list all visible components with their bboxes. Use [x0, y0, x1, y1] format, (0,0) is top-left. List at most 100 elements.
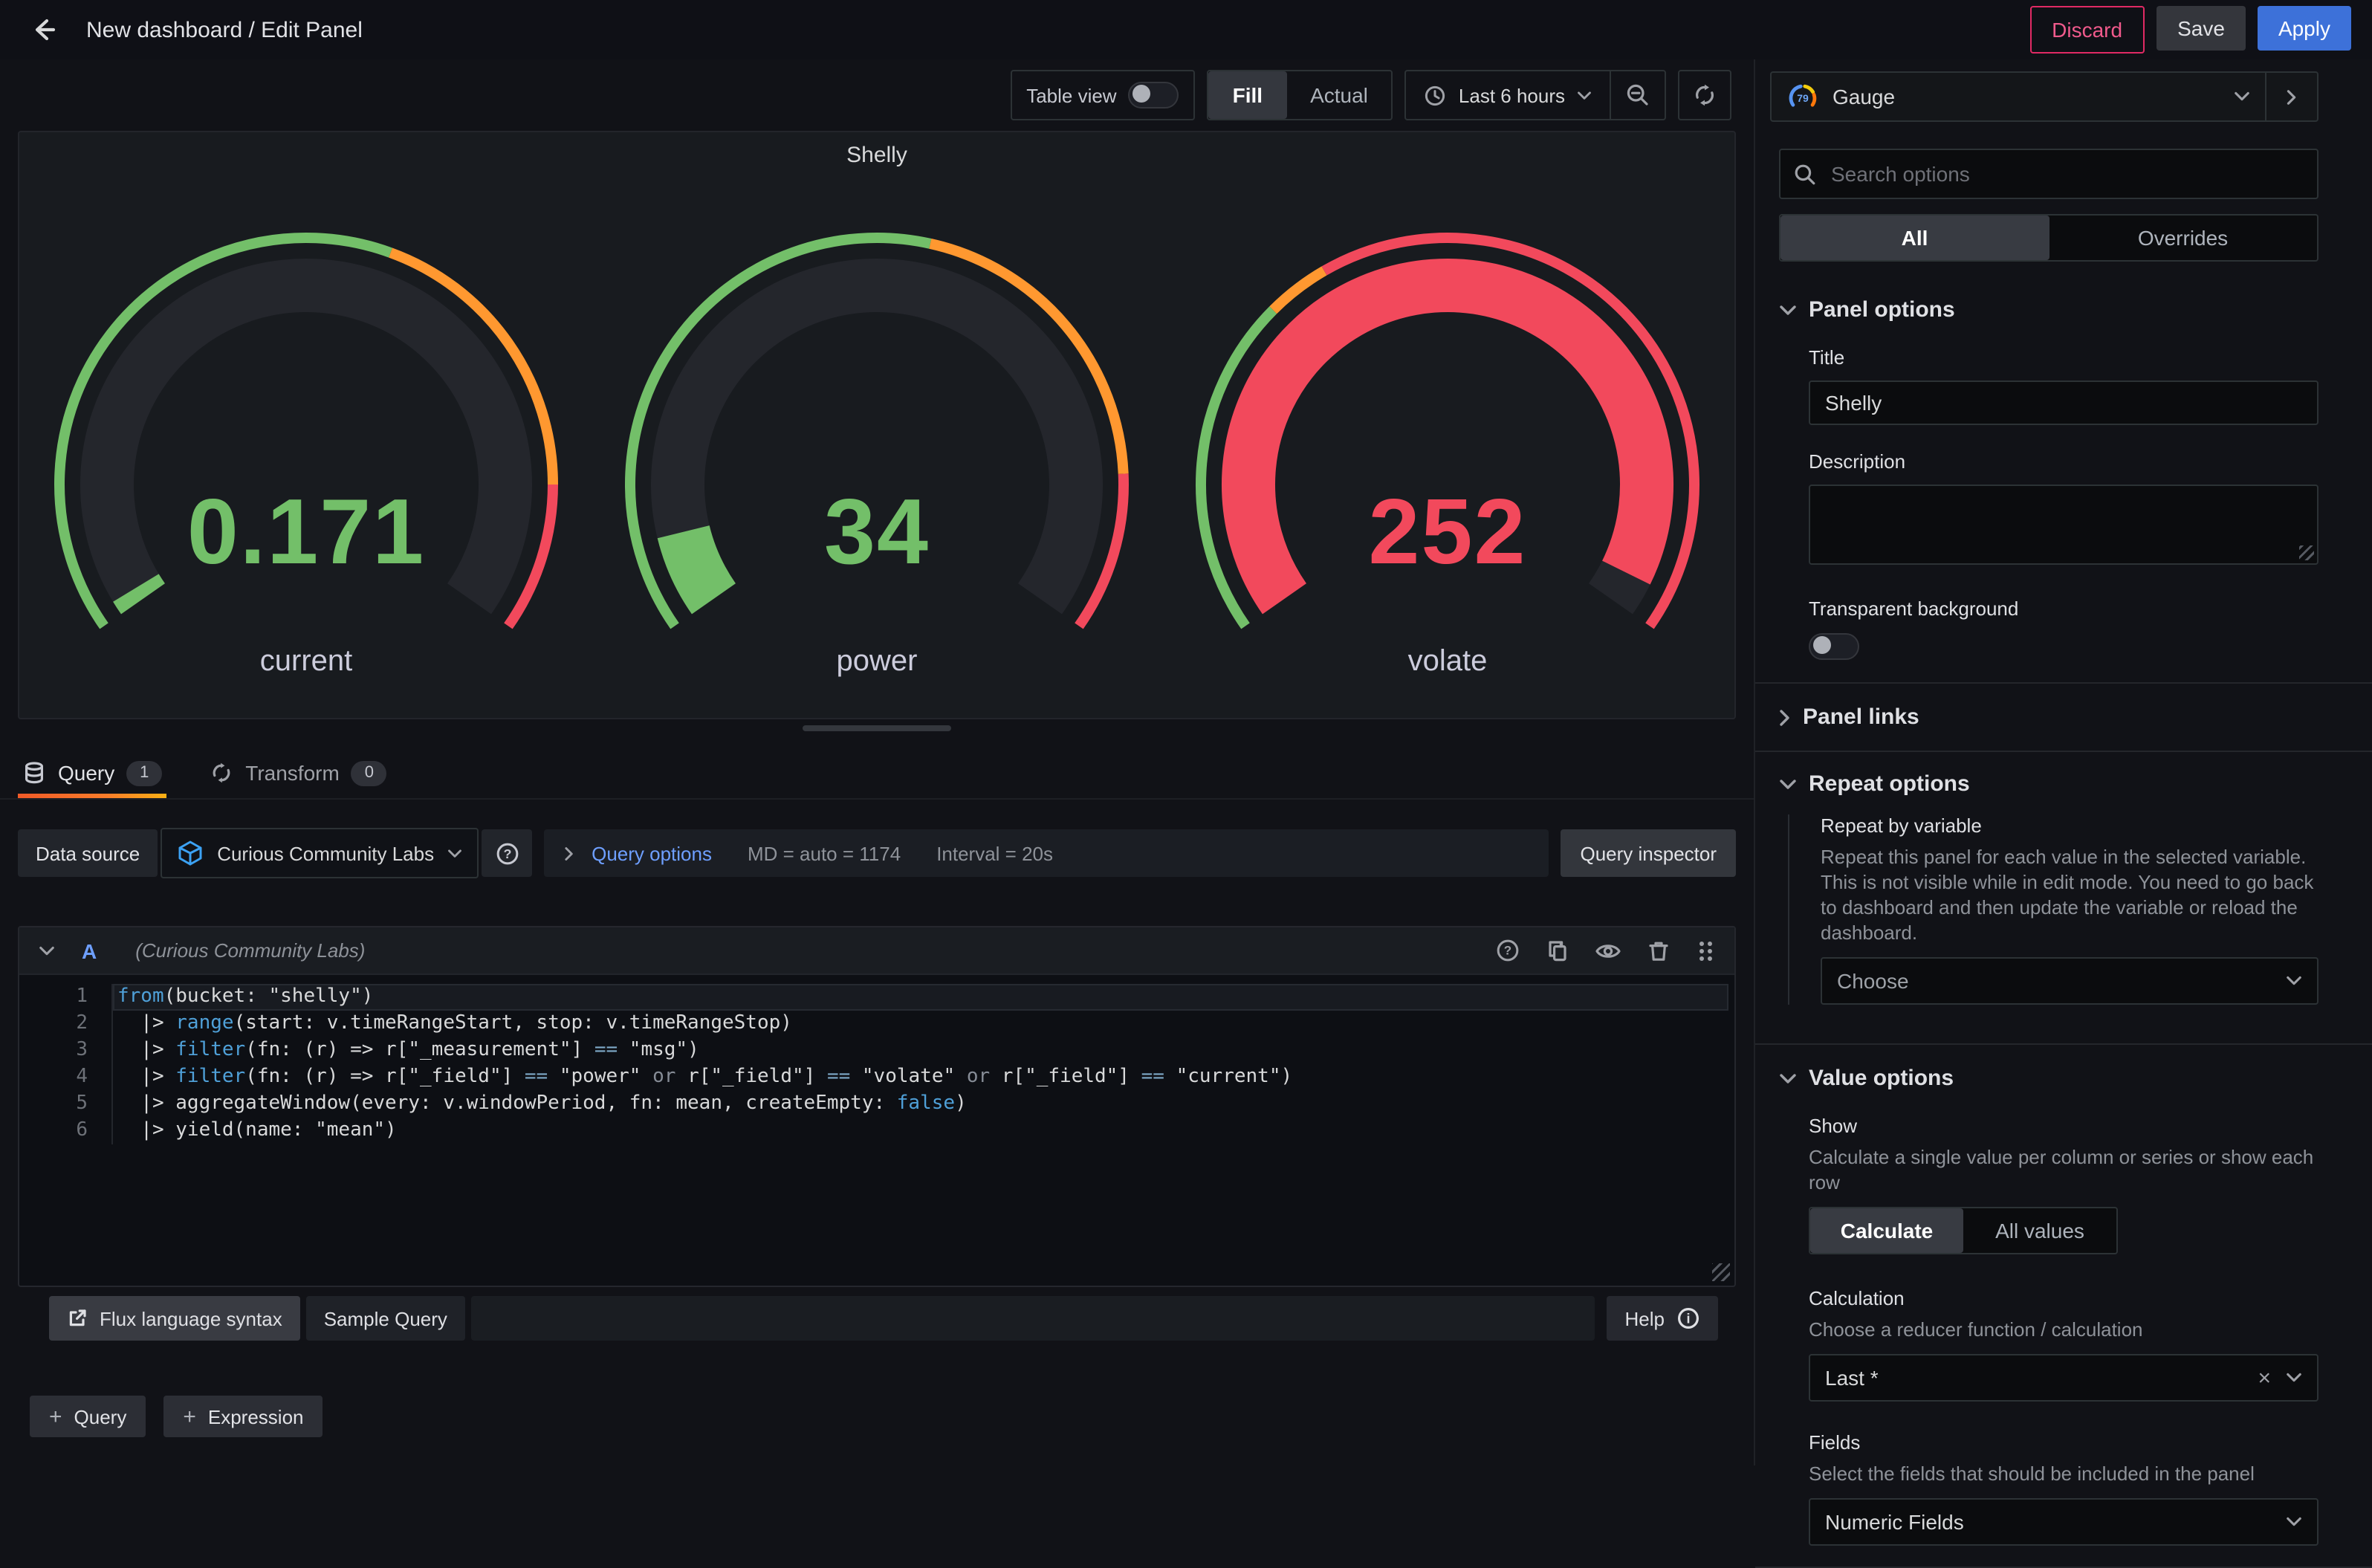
tab-all[interactable]: All [1780, 216, 2049, 260]
datasource-name: Curious Community Labs [217, 842, 435, 864]
gauge-viz-icon: 79 [1789, 84, 1817, 107]
gauge-arc [1196, 233, 1699, 629]
discard-button[interactable]: Discard [2029, 6, 2145, 54]
toggle-visibility-button[interactable] [1595, 939, 1621, 962]
chevron-right-icon [1780, 709, 1789, 725]
repeat-options-header[interactable]: Repeat options [1779, 771, 2318, 797]
chevron-down-icon [2287, 1373, 2301, 1382]
gauge-label: current [259, 645, 353, 678]
code-line[interactable]: 1 from(bucket: "shelly") [19, 984, 1734, 1011]
value-options-header[interactable]: Value options [1779, 1066, 2318, 1091]
calculation-label: Calculation [1809, 1287, 1905, 1309]
top-bar: New dashboard / Edit Panel Discard Save … [0, 0, 2372, 59]
visualization-picker: 79 Gauge [1770, 71, 2318, 122]
arrow-left-icon [35, 19, 56, 41]
tab-transform[interactable]: Transform 0 [205, 748, 392, 798]
textarea-resize-handle[interactable] [2299, 545, 2314, 560]
fill-option[interactable]: Fill [1208, 71, 1287, 119]
main-column: Table view Fill Actual Last 6 hours Shel… [0, 59, 1754, 1465]
zoom-out-button[interactable] [1611, 71, 1665, 119]
calculation-select[interactable]: Last * × [1809, 1354, 2318, 1402]
clock-icon [1425, 85, 1446, 106]
tab-query[interactable]: Query 1 [18, 748, 167, 798]
table-view-toggle[interactable] [1128, 82, 1179, 108]
chevron-down-icon [2287, 1517, 2301, 1526]
actual-option[interactable]: Actual [1286, 71, 1392, 119]
panel-title-input[interactable] [1809, 380, 2318, 425]
fields-select[interactable]: Numeric Fields [1809, 1498, 2318, 1546]
sample-query-button[interactable]: Sample Query [305, 1296, 465, 1341]
panel-title: Shelly [846, 143, 907, 168]
panel-resize-handle[interactable] [803, 725, 951, 731]
footer-spacer [470, 1296, 1595, 1341]
calculate-tab[interactable]: Calculate [1810, 1208, 1963, 1253]
datasource-picker[interactable]: Curious Community Labs [161, 828, 479, 878]
calculation-desc: Choose a reducer function / calculation [1809, 1318, 2143, 1341]
max-data-points-info: MD = auto = 1174 [747, 842, 901, 864]
options-sidebar: 79 Gauge All Overrides [1754, 59, 2372, 1568]
value-options-content: Show Calculate a single value per column… [1809, 1091, 2318, 1546]
back-button[interactable] [24, 9, 65, 51]
code-line[interactable]: 5 |> aggregateWindow(every: v.windowPeri… [19, 1091, 1734, 1118]
question-circle-icon: ? [496, 842, 518, 864]
transparent-bg-toggle[interactable] [1809, 633, 1859, 660]
code-line[interactable]: 6 |> yield(name: "mean") [19, 1118, 1734, 1144]
drag-handle[interactable] [1696, 939, 1715, 962]
query-help-button[interactable]: ? [1495, 938, 1520, 963]
code-line[interactable]: 4 |> filter(fn: (r) => r["_field"] == "p… [19, 1064, 1734, 1091]
visualization-select[interactable]: 79 Gauge [1772, 73, 2265, 120]
tab-overrides[interactable]: Overrides [2049, 216, 2317, 260]
code-lines: 1 from(bucket: "shelly") 2 |> range(start:… [19, 984, 1734, 1144]
code-line[interactable]: 3 |> filter(fn: (r) => r["_measurement"]… [19, 1037, 1734, 1064]
database-icon [25, 762, 43, 784]
save-button[interactable]: Save [2156, 6, 2246, 51]
options-search[interactable] [1779, 149, 2318, 199]
panel-options-content: Title Description Transparent background [1809, 323, 2318, 660]
grafana-edit-panel: New dashboard / Edit Panel Discard Save … [0, 0, 2372, 1568]
add-query-button[interactable]: + Query [30, 1396, 146, 1437]
time-picker-group: Last 6 hours [1404, 70, 1666, 120]
editor-tabs: Query 1 Transform 0 [0, 748, 1754, 800]
panel-preview[interactable]: Shelly 0.171 current 34 power 252 volate [18, 131, 1736, 719]
clear-icon[interactable]: × [2258, 1367, 2271, 1389]
value-options-heading: Value options [1809, 1066, 1954, 1091]
title-label: Title [1809, 346, 1845, 369]
panel-links-heading: Panel links [1803, 704, 1919, 730]
refresh-button[interactable] [1678, 70, 1731, 120]
show-mode-tabs: Calculate All values [1809, 1207, 2118, 1254]
plus-icon: + [183, 1404, 196, 1429]
flux-syntax-button[interactable]: Flux language syntax [49, 1296, 300, 1341]
search-input[interactable] [1828, 161, 2304, 187]
flux-query-editor[interactable]: 1 from(bucket: "shelly") 2 |> range(start:… [19, 975, 1734, 1286]
collapse-sidebar-button[interactable] [2265, 73, 2317, 120]
delete-query-button[interactable] [1647, 939, 1671, 962]
show-label: Show [1809, 1115, 1858, 1137]
copy-icon [1549, 940, 1566, 961]
show-desc: Calculate a single value per column or s… [1809, 1146, 2314, 1193]
query-ref-id[interactable]: A [82, 939, 97, 962]
query-card-actions: ? [1495, 938, 1715, 963]
all-values-tab[interactable]: All values [1963, 1208, 2116, 1253]
search-icon [1795, 163, 1815, 184]
gauge-arc [54, 233, 558, 629]
query-options-link[interactable]: Query options [592, 842, 712, 864]
chevron-right-icon[interactable] [564, 846, 574, 861]
duplicate-query-button[interactable] [1546, 939, 1569, 962]
editor-resize-handle[interactable] [1712, 1263, 1730, 1281]
collapse-chevron-icon[interactable] [39, 945, 55, 956]
datasource-help-button[interactable]: ? [482, 829, 533, 877]
panel-links-header[interactable]: Panel links [1779, 704, 2318, 730]
time-range-picker[interactable]: Last 6 hours [1407, 71, 1610, 119]
help-button[interactable]: Help i [1607, 1296, 1718, 1341]
repeat-options-heading: Repeat options [1809, 771, 1970, 797]
panel-options-header[interactable]: Panel options [1779, 297, 2318, 323]
apply-button[interactable]: Apply [2257, 6, 2351, 51]
description-textarea[interactable] [1809, 485, 2318, 565]
code-line[interactable]: 2 |> range(start: v.timeRangeStart, stop… [19, 1011, 1734, 1037]
tab-query-label: Query [58, 761, 115, 785]
repeat-variable-select[interactable]: Choose [1821, 957, 2318, 1005]
chevron-down-icon [448, 849, 462, 857]
add-expression-button[interactable]: + Expression [163, 1396, 323, 1437]
query-inspector-button[interactable]: Query inspector [1561, 829, 1736, 877]
query-footer: Flux language syntax Sample Query Help i [49, 1296, 1718, 1341]
